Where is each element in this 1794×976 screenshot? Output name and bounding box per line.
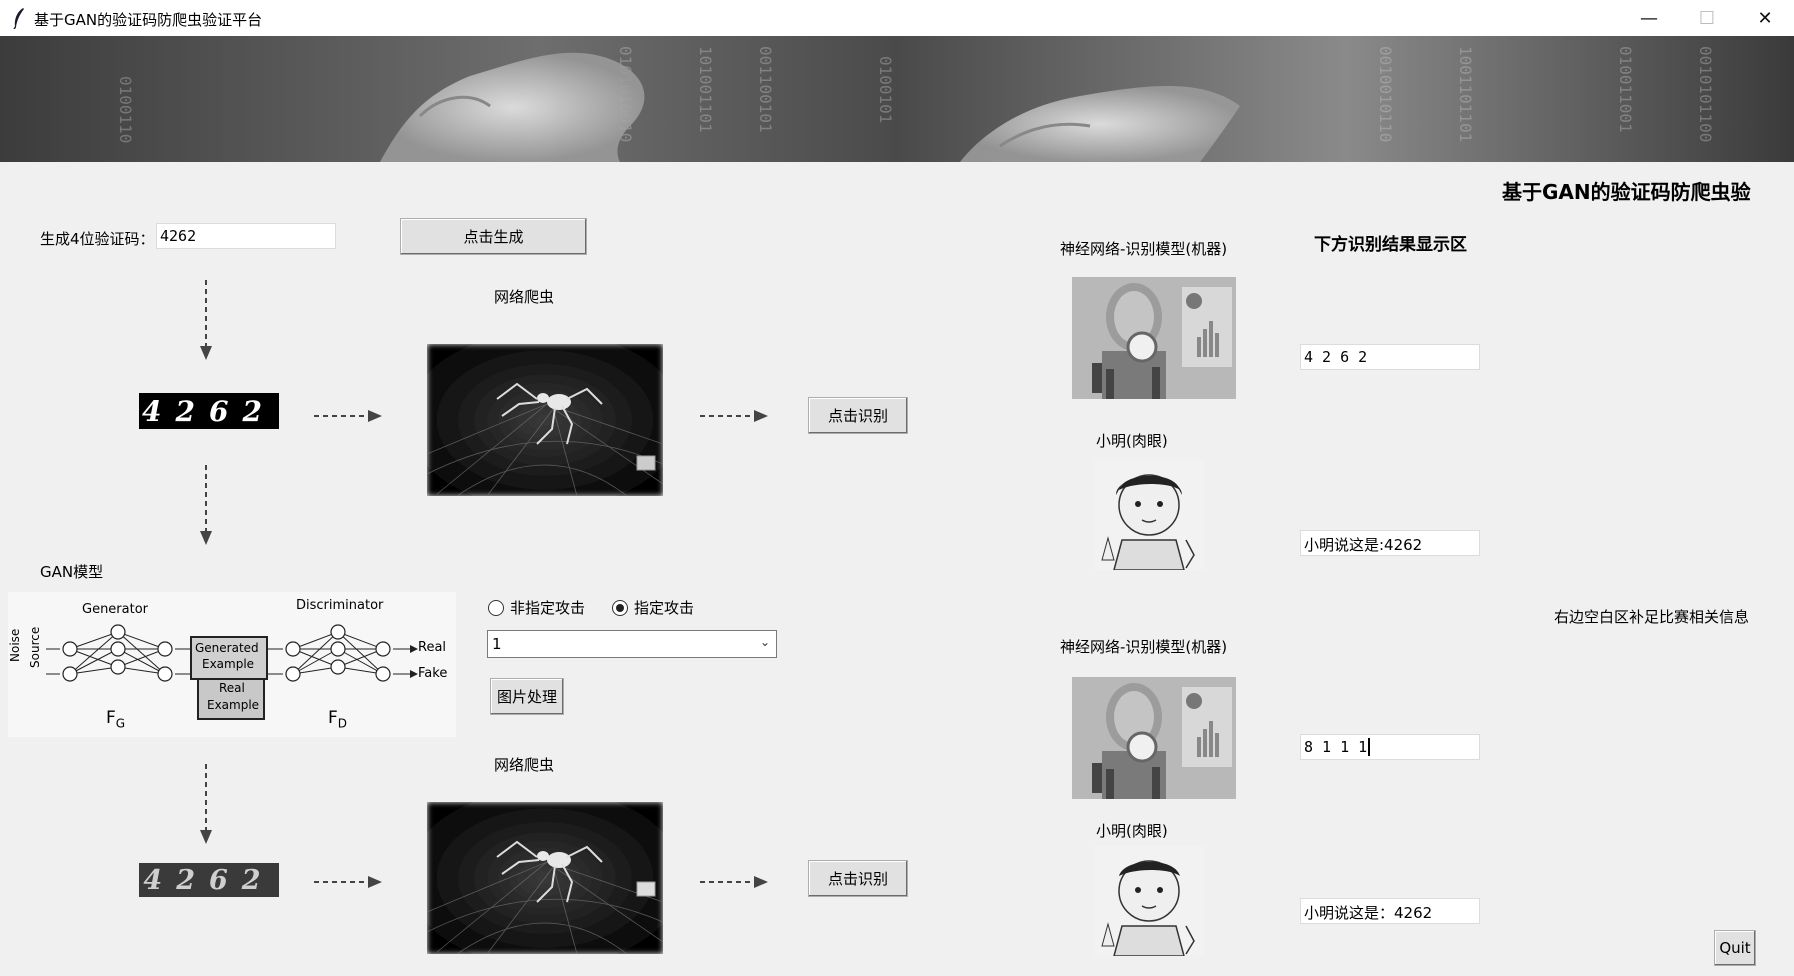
quit-button[interactable]: Quit [1714, 930, 1756, 966]
captcha-digits: 4262 [142, 394, 276, 428]
fd-subscript: D [337, 716, 348, 731]
minimize-button[interactable]: — [1620, 0, 1678, 36]
noise-label: Noise [8, 628, 22, 662]
minimize-icon: — [1640, 7, 1658, 29]
svg-text:1001101101: 1001101101 [1456, 46, 1475, 142]
adversarial-captcha-image: 4262 [139, 863, 279, 897]
recognize-button-1[interactable]: 点击识别 [808, 397, 908, 434]
human-label-2: 小明(肉眼) [1096, 822, 1168, 840]
svg-text:0010101100: 0010101100 [1696, 46, 1715, 142]
down-arrow-1 [200, 280, 212, 360]
real-example-label: Example [207, 698, 260, 712]
text-cursor: ​ [1368, 738, 1371, 756]
discriminator-label: Discriminator [296, 598, 384, 613]
banner-art: 0100110 0101010010 101001101 001100101 0… [0, 36, 1794, 162]
radio-label-targeted: 指定攻击 [634, 599, 695, 617]
right-arrow-1 [314, 410, 382, 422]
boy-image-2 [1094, 846, 1204, 956]
maximize-icon: ☐ [1698, 7, 1716, 29]
gan-diagram: Generator Discriminator Noise Source Gen… [8, 592, 456, 737]
crawler-image-1 [427, 344, 663, 496]
human-label-1: 小明(肉眼) [1096, 432, 1168, 450]
model-label-2: 神经网络-识别模型(机器) [1060, 638, 1228, 656]
real-box-label: Real [219, 681, 245, 695]
model-result-2-text: 8 1 1 1 [1304, 738, 1368, 756]
result-header: 下方识别结果显示区 [1314, 235, 1467, 255]
window-title: 基于GAN的验证码防爬虫验证平台 [34, 11, 263, 29]
svg-text:001100101: 001100101 [756, 46, 775, 133]
radio-untargeted[interactable]: 非指定攻击 [488, 597, 585, 618]
radio-targeted[interactable]: 指定攻击 [612, 597, 694, 618]
model-result-2[interactable]: 8 1 1 1​ [1300, 734, 1480, 760]
human-result-1[interactable]: 小明说这是:4262 [1300, 530, 1480, 556]
chevron-down-icon[interactable]: ⌄ [760, 635, 770, 649]
crawler-label-1: 网络爬虫 [494, 288, 555, 306]
generate-label: 生成4位验证码： [40, 230, 155, 248]
gan-label: GAN模型 [40, 563, 104, 581]
right-arrow-2 [700, 410, 768, 422]
crawler-label-2: 网络爬虫 [494, 756, 555, 774]
right-arrow-4 [700, 876, 768, 888]
human-result-2[interactable]: 小明说这是：4262 [1300, 898, 1480, 924]
fd-letter: F [328, 708, 338, 728]
radio-circle-untargeted[interactable] [488, 599, 504, 616]
svg-text:0100110: 0100110 [116, 76, 135, 143]
platform-heading: 基于GAN的验证码防爬虫验 [1502, 180, 1751, 204]
svg-text:010011001: 010011001 [1616, 46, 1635, 133]
down-arrow-2 [200, 465, 212, 545]
feather-icon [13, 8, 24, 29]
robot-image-1 [1072, 277, 1236, 399]
side-note: 右边空白区补足比赛相关信息 [1554, 608, 1750, 626]
captcha-input[interactable]: 4262 [156, 223, 336, 249]
crawler-image-2 [427, 802, 663, 954]
banner-image: 0100110 0101010010 101001101 001100101 0… [0, 36, 1794, 162]
fg-subscript: G [115, 716, 126, 731]
boy-image-1 [1094, 460, 1204, 570]
down-arrow-3 [200, 764, 212, 844]
radio-selected-dot [616, 603, 624, 612]
generated-example-label: Example [202, 657, 255, 671]
model-label-1: 神经网络-识别模型(机器) [1060, 240, 1228, 258]
image-process-button[interactable]: 图片处理 [490, 678, 564, 715]
fd-label: FD [328, 708, 347, 730]
fg-label: FG [106, 708, 125, 730]
source-label: Source [28, 626, 42, 668]
generator-label: Generator [82, 602, 149, 617]
captcha-image: 4262 [139, 393, 279, 429]
title-bar: 基于GAN的验证码防爬虫验证平台 — ☐ ✕ [0, 0, 1794, 36]
model-result-1[interactable]: 4 2 6 2 [1300, 344, 1480, 370]
target-select[interactable]: 1 ⌄ [487, 630, 777, 658]
generate-button[interactable]: 点击生成 [400, 218, 587, 255]
target-select-value: 1 [492, 635, 502, 653]
recognize-button-2[interactable]: 点击识别 [808, 860, 908, 897]
generated-label: Generated [195, 641, 259, 655]
fg-letter: F [106, 708, 116, 728]
radio-circle-targeted[interactable] [612, 599, 628, 616]
svg-text:0100101: 0100101 [876, 56, 895, 123]
radio-label-untargeted: 非指定攻击 [510, 599, 586, 617]
output-fake-label: Fake [418, 666, 448, 681]
right-arrow-3 [314, 876, 382, 888]
close-icon: ✕ [1757, 7, 1773, 29]
robot-image-2 [1072, 677, 1236, 799]
svg-text:101001101: 101001101 [696, 46, 715, 133]
maximize-button[interactable]: ☐ [1678, 0, 1736, 36]
svg-text:0010010110: 0010010110 [1376, 46, 1395, 142]
adversarial-captcha-digits: 4262 [143, 864, 275, 896]
output-real-label: Real [418, 640, 447, 655]
close-button[interactable]: ✕ [1736, 0, 1794, 36]
